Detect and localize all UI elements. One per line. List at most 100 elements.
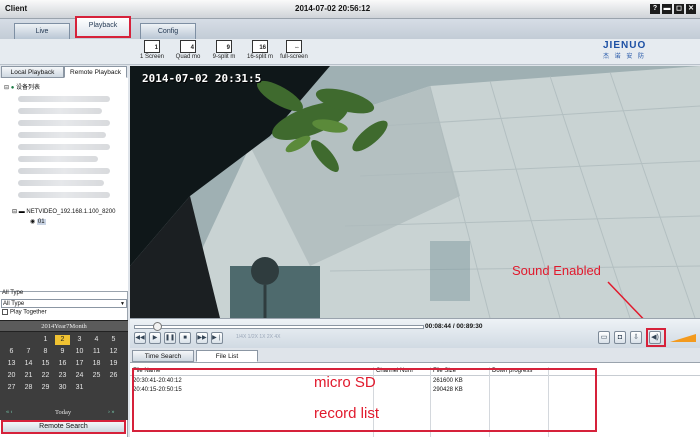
camera-icon: ◉: [30, 219, 37, 225]
calendar-day[interactable]: 22: [38, 371, 53, 381]
sixteen-split-button[interactable]: 16 16-split m: [242, 40, 278, 60]
step-frame-button[interactable]: ▶❘: [211, 332, 223, 344]
calendar-day[interactable]: 25: [89, 371, 104, 381]
download-icon: ⇩: [633, 334, 639, 341]
calendar-day[interactable]: 24: [72, 371, 87, 381]
calendar-day[interactable]: 10: [72, 347, 87, 357]
tab-live[interactable]: Live: [14, 23, 70, 39]
calendar-day[interactable]: 14: [21, 359, 36, 369]
speed-scale[interactable]: 1/4X 1/2X 1X 2X 4X: [236, 334, 280, 340]
fullscreen-button[interactable]: ⇔ full-screen: [276, 40, 312, 60]
brand-logo: JIENUO 杰 诺 安 防: [603, 40, 657, 64]
quad-screen-label: Quad mo: [175, 54, 201, 60]
tree-channel[interactable]: ◉ 01: [30, 218, 46, 225]
tab-remote-playback[interactable]: Remote Playback: [64, 66, 127, 78]
tree-channel-label: 01: [36, 219, 46, 225]
tree-root[interactable]: ⊟ ● 设备列表: [4, 82, 40, 91]
tab-file-list[interactable]: File List: [196, 350, 258, 362]
play-together-checkbox[interactable]: Play Together: [2, 309, 47, 316]
fullscreen-icon: ⇔: [286, 40, 302, 53]
folder-icon: ▭: [600, 334, 608, 341]
title-clock: 2014-07-02 20:56:12: [295, 4, 371, 13]
playback-source-tabs: Local Playback Remote Playback: [0, 65, 128, 78]
play-button[interactable]: ▶: [149, 332, 161, 344]
calendar-day[interactable]: 23: [55, 371, 70, 381]
calendar-day[interactable]: 16: [55, 359, 70, 369]
stop-button[interactable]: ■: [179, 332, 191, 344]
single-screen-button[interactable]: 11 Screen: [134, 40, 170, 60]
tree-device-label: NETVIDEO_192.168.1.100_8200: [26, 209, 116, 215]
chevron-down-icon: ▼: [120, 301, 125, 307]
calendar-day[interactable]: 28: [21, 383, 36, 393]
calendar-day[interactable]: 1: [38, 335, 53, 345]
client-window: Client 2014-07-02 20:56:12 ? ▬ ◻ ✕ Live …: [0, 0, 700, 437]
video-view[interactable]: 2014-07-02 20:31:5 Sound Enabled: [130, 66, 700, 318]
calendar-day[interactable]: 4: [89, 335, 104, 345]
calendar-day[interactable]: 12: [106, 347, 121, 357]
prev-month-button[interactable]: « ‹: [6, 409, 13, 415]
single-screen-icon: 1: [144, 40, 160, 53]
calendar-day[interactable]: 21: [21, 371, 36, 381]
blurred-tree-item: [18, 120, 110, 126]
tab-local-playback[interactable]: Local Playback: [1, 66, 64, 78]
blurred-tree-item: [18, 108, 102, 114]
fast-forward-button[interactable]: ▶▶: [196, 332, 208, 344]
calendar-day[interactable]: 11: [89, 347, 104, 357]
blurred-tree-item: [18, 192, 110, 198]
calendar: 2014Year7Month 1 2 3 4 5 6 7 8 9 10 11 12 13 14 15 16 17…: [0, 320, 128, 420]
quad-screen-button[interactable]: 4 Quad mo: [170, 40, 206, 60]
tab-playback[interactable]: Playback: [75, 16, 131, 38]
blurred-tree-item: [18, 180, 104, 186]
calendar-day[interactable]: 18: [89, 359, 104, 369]
calendar-day[interactable]: 7: [21, 347, 36, 357]
folder-button[interactable]: ▭: [598, 331, 610, 344]
calendar-day[interactable]: 26: [106, 371, 121, 381]
calendar-day[interactable]: 30: [55, 383, 70, 393]
tab-config[interactable]: Config: [140, 23, 196, 39]
next-month-button[interactable]: › »: [108, 409, 115, 415]
playback-controls: 00:08:44 / 00:89:30 ◀◀ ▶ ❚❚ ■ ▶▶ ▶❘ 1/4X…: [130, 318, 700, 348]
today-button[interactable]: Today: [55, 409, 71, 416]
tree-device[interactable]: ⊟ ▬ NETVIDEO_192.168.1.100_8200: [12, 208, 115, 215]
playback-time: 00:08:44 / 00:89:30: [425, 323, 483, 330]
seek-bar[interactable]: [134, 325, 424, 329]
blurred-tree-item: [18, 132, 106, 138]
help-button[interactable]: ?: [650, 4, 660, 14]
calendar-day[interactable]: 15: [38, 359, 53, 369]
calendar-day[interactable]: 2: [55, 335, 70, 345]
sixteen-split-icon: 16: [252, 40, 268, 53]
pause-button[interactable]: ❚❚: [164, 332, 176, 344]
maximize-button[interactable]: ◻: [674, 4, 684, 14]
collapse-icon: ⊟: [12, 209, 19, 215]
calendar-day[interactable]: 31: [72, 383, 87, 393]
sound-enabled-annotation: Sound Enabled: [512, 263, 601, 278]
calendar-day[interactable]: 20: [4, 371, 19, 381]
close-button[interactable]: ✕: [686, 4, 696, 14]
blurred-tree-item: [18, 96, 110, 102]
calendar-day[interactable]: 9: [55, 347, 70, 357]
checkbox-icon: [2, 309, 8, 315]
record-type-select[interactable]: All Type ▼: [1, 299, 127, 308]
calendar-day[interactable]: 17: [72, 359, 87, 369]
collapse-icon: ⊟: [4, 85, 11, 91]
calendar-day[interactable]: 3: [72, 335, 87, 345]
seek-knob[interactable]: [153, 322, 163, 331]
calendar-day[interactable]: 6: [4, 347, 19, 357]
calendar-day[interactable]: 8: [38, 347, 53, 357]
logo-wordmark: JIENUO: [603, 40, 647, 51]
tab-time-search[interactable]: Time Search: [132, 350, 194, 362]
calendar-day[interactable]: 13: [4, 359, 19, 369]
nine-split-button[interactable]: 9 9-split m: [206, 40, 242, 60]
calendar-day[interactable]: 5: [106, 335, 121, 345]
download-button[interactable]: ⇩: [630, 331, 642, 344]
calendar-day[interactable]: 27: [4, 383, 19, 393]
snapshot-button[interactable]: ◘: [614, 331, 626, 344]
calendar-day[interactable]: 29: [38, 383, 53, 393]
rewind-button[interactable]: ◀◀: [134, 332, 146, 344]
volume-slider[interactable]: [670, 334, 696, 342]
minimize-button[interactable]: ▬: [662, 4, 672, 14]
window-controls: ? ▬ ◻ ✕: [650, 4, 696, 14]
calendar-day[interactable]: 19: [106, 359, 121, 369]
logo-tagline: 杰 诺 安 防: [603, 54, 647, 60]
remote-search-button[interactable]: Remote Search: [1, 420, 126, 434]
